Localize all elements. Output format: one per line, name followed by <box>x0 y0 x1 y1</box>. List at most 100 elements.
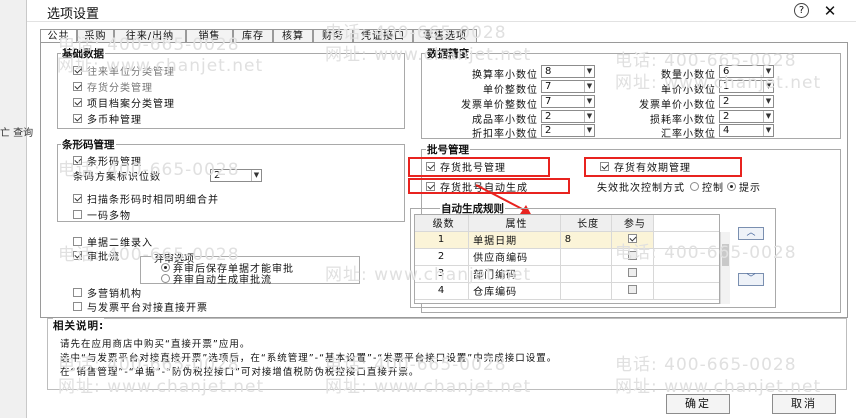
checkbox-icon[interactable] <box>628 267 638 277</box>
checkbox-icon[interactable] <box>73 237 82 246</box>
radio-icon[interactable] <box>690 182 699 191</box>
precision-label: 单价小数位 <box>661 85 716 96</box>
barcode-digit-label: 条码方案标识位数 <box>73 172 161 183</box>
background-window-strip: 亡 查询 <box>0 0 33 418</box>
chevron-down-icon[interactable]: ▼ <box>251 170 261 181</box>
cancel-button[interactable]: 取消 <box>772 394 836 414</box>
precision-select[interactable]: 6 ▼ <box>719 65 774 78</box>
description-line: 选中“与发票平台对接直接开票”选项后，在“系统管理”-“基本设置”-“发票平台接… <box>60 353 558 364</box>
tab-sales[interactable]: 销售 <box>186 29 233 43</box>
basic-item-multi-currency[interactable]: 多币种管理 <box>73 112 142 126</box>
options-dialog: 亡 查询 选项设置 ? ✕ 公共 采购 往来/出纳 销售 库存 核算 财务 凭证… <box>0 0 856 418</box>
checkbox-icon[interactable] <box>628 284 638 294</box>
table-row[interactable]: 1 单据日期 8 <box>415 231 719 249</box>
checkbox-icon[interactable] <box>628 250 638 260</box>
chevron-down-icon[interactable]: ▼ <box>584 81 594 92</box>
table-header-row: 级数 属性 长度 参与 <box>415 215 719 232</box>
tab-finance[interactable]: 财务 <box>313 29 353 43</box>
checkbox-icon[interactable] <box>73 66 82 75</box>
tab-purchase[interactable]: 采购 <box>77 29 114 43</box>
close-icon[interactable]: ✕ <box>822 3 838 19</box>
precision-select[interactable]: 2 ▼ <box>541 124 595 137</box>
chevron-down-icon[interactable]: ▼ <box>584 111 594 122</box>
precision-select[interactable]: 2 ▼ <box>719 110 774 123</box>
checkbox-icon[interactable] <box>73 114 82 123</box>
chevron-down-icon[interactable]: ▼ <box>584 125 594 136</box>
checkbox-icon[interactable] <box>73 288 82 297</box>
help-icon[interactable]: ? <box>794 3 809 18</box>
column-header: 级数 <box>415 215 470 232</box>
precision-label: 换算率小数位 <box>472 70 538 81</box>
column-header: 长度 <box>560 215 613 232</box>
precision-label: 数量小数位 <box>661 70 716 81</box>
checkbox-icon[interactable] <box>600 162 609 171</box>
chevron-down-icon[interactable]: ▼ <box>763 81 773 92</box>
chevron-down-icon[interactable]: ▼ <box>763 66 773 77</box>
tab-accounts-cashier[interactable]: 往来/出纳 <box>114 29 186 43</box>
precision-select[interactable]: 1 ▼ <box>719 80 774 93</box>
approval-option-auto-flow[interactable]: 弃审自动生成审批流 <box>161 272 272 286</box>
precision-select[interactable]: 7 ▼ <box>541 95 595 108</box>
tab-retail-options[interactable]: 零售选项 <box>413 29 477 43</box>
auto-rule-table: 级数 属性 长度 参与 1 单据日期 8 2 供应商编码 3 部门编码 4 仓库… <box>414 214 720 304</box>
basic-item-stock-class[interactable]: 存货分类管理 <box>73 80 153 94</box>
batch-manage-option[interactable]: 存货批号管理 <box>426 160 506 174</box>
precision-select[interactable]: 2 ▼ <box>541 110 595 123</box>
approval-option[interactable]: 审批流 <box>73 249 120 263</box>
radio-icon[interactable] <box>161 274 170 283</box>
checkbox-icon[interactable] <box>628 233 638 243</box>
chevron-down-icon[interactable]: ▼ <box>763 125 773 136</box>
precision-label: 单价整数位 <box>483 85 538 96</box>
chevron-down-icon[interactable]: ▼ <box>763 111 773 122</box>
radio-icon[interactable] <box>727 182 736 191</box>
checkbox-icon[interactable] <box>426 162 435 171</box>
multi-sales-org-option[interactable]: 多营销机构 <box>73 286 142 300</box>
qr-entry-option[interactable]: 单据二维录入 <box>73 235 153 249</box>
chevron-down-icon[interactable]: ▼ <box>584 96 594 107</box>
table-row[interactable]: 4 仓库编码 <box>415 282 719 300</box>
checkbox-icon[interactable] <box>426 182 435 191</box>
table-scrollbar[interactable] <box>720 232 730 304</box>
checkbox-icon[interactable] <box>73 210 82 219</box>
precision-select[interactable]: 4 ▼ <box>719 124 774 137</box>
table-row[interactable]: 2 供应商编码 <box>415 248 719 266</box>
invoice-platform-option[interactable]: 与发票平台对接直接开票 <box>73 300 208 314</box>
move-down-button[interactable]: ﹀ <box>738 273 764 286</box>
tab-voucher-interface[interactable]: 凭证接口 <box>353 29 413 43</box>
basic-item-customer-class[interactable]: 往来单位分类管理 <box>73 64 175 78</box>
column-header: 属性 <box>468 215 561 232</box>
barcode-multi-item[interactable]: 一码多物 <box>73 208 131 222</box>
expiry-control: 失效批次控制方式 控制 提示 <box>597 182 761 194</box>
radio-icon[interactable] <box>161 263 170 272</box>
description-line: 请先在应用商店中购买“直接开票”应用。 <box>60 339 251 350</box>
table-row[interactable]: 3 部门编码 <box>415 265 719 283</box>
title-bar: 选项设置 ? ✕ <box>27 0 856 22</box>
precision-label: 成品率小数位 <box>472 115 538 126</box>
ok-button[interactable]: 确定 <box>666 394 730 414</box>
scrollbar-thumb[interactable] <box>722 244 729 266</box>
precision-select[interactable]: 8 ▼ <box>541 65 595 78</box>
chevron-down-icon[interactable]: ▼ <box>763 96 773 107</box>
chevron-down-icon[interactable]: ▼ <box>584 66 594 77</box>
description-line: 在“销售管理”-“单据”-“防伪税控接口”可对接增值税防伪税控接口直接开票。 <box>60 367 420 378</box>
tab-costing[interactable]: 核算 <box>273 29 313 43</box>
barcode-digit-select[interactable]: 2 ▼ <box>210 169 262 182</box>
move-up-button[interactable]: ︿ <box>738 227 764 240</box>
checkbox-icon[interactable] <box>73 82 82 91</box>
checkbox-icon[interactable] <box>73 251 82 260</box>
precision-label: 折扣率小数位 <box>472 129 538 140</box>
basic-data-title: 基础数据 <box>61 46 105 61</box>
checkbox-icon[interactable] <box>73 156 82 165</box>
checkbox-icon[interactable] <box>73 194 82 203</box>
barcode-title: 条形码管理 <box>61 137 116 152</box>
barcode-enable[interactable]: 条形码管理 <box>73 154 142 168</box>
precision-select[interactable]: 7 ▼ <box>541 80 595 93</box>
expiry-manage-option[interactable]: 存货有效期管理 <box>600 160 691 174</box>
barcode-scan-merge[interactable]: 扫描条形码时相同明细合并 <box>73 192 219 206</box>
basic-item-project-class[interactable]: 项目档案分类管理 <box>73 96 175 110</box>
checkbox-icon[interactable] <box>73 98 82 107</box>
precision-select[interactable]: 2 ▼ <box>719 95 774 108</box>
tab-inventory[interactable]: 库存 <box>233 29 273 43</box>
checkbox-icon[interactable] <box>73 302 82 311</box>
column-header: 参与 <box>611 215 655 232</box>
